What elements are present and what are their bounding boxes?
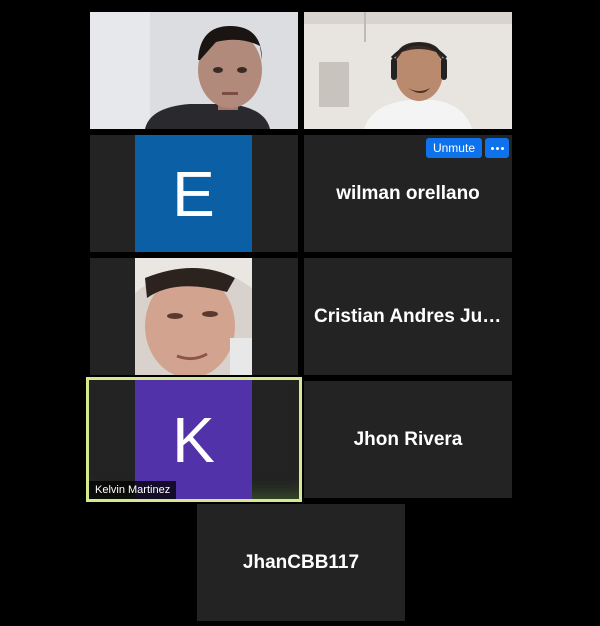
participant-name: Cristian Andres Juli... <box>314 305 509 327</box>
participant-video-tile-2[interactable] <box>304 12 512 129</box>
participant-tile-jhancbb117[interactable]: JhanCBB117 <box>197 504 405 621</box>
participant-video <box>304 12 512 129</box>
participant-avatar: E <box>135 135 252 252</box>
participant-video <box>90 12 298 129</box>
participant-name: wilman orellano <box>336 182 480 204</box>
participant-name: Jhon Rivera <box>353 428 463 450</box>
ellipsis-icon[interactable] <box>485 138 509 158</box>
unmute-button[interactable]: Unmute <box>425 138 482 158</box>
participant-name: JhanCBB117 <box>242 551 360 573</box>
participant-video-tile-1[interactable] <box>90 12 298 129</box>
participant-photo <box>135 258 252 375</box>
participant-tile-kelvin-active-speaker[interactable]: K Kelvin Martinez <box>86 377 302 502</box>
participant-photo-tile[interactable] <box>90 258 298 375</box>
participant-tile-e[interactable]: E <box>90 135 298 252</box>
participant-name-tag: Kelvin Martinez <box>89 481 177 499</box>
participant-tile-wilman[interactable]: wilman orellano Unmute <box>304 135 512 252</box>
participant-tile-cristian[interactable]: Cristian Andres Juli... <box>304 258 512 375</box>
participant-tile-jhon[interactable]: Jhon Rivera <box>304 381 512 498</box>
